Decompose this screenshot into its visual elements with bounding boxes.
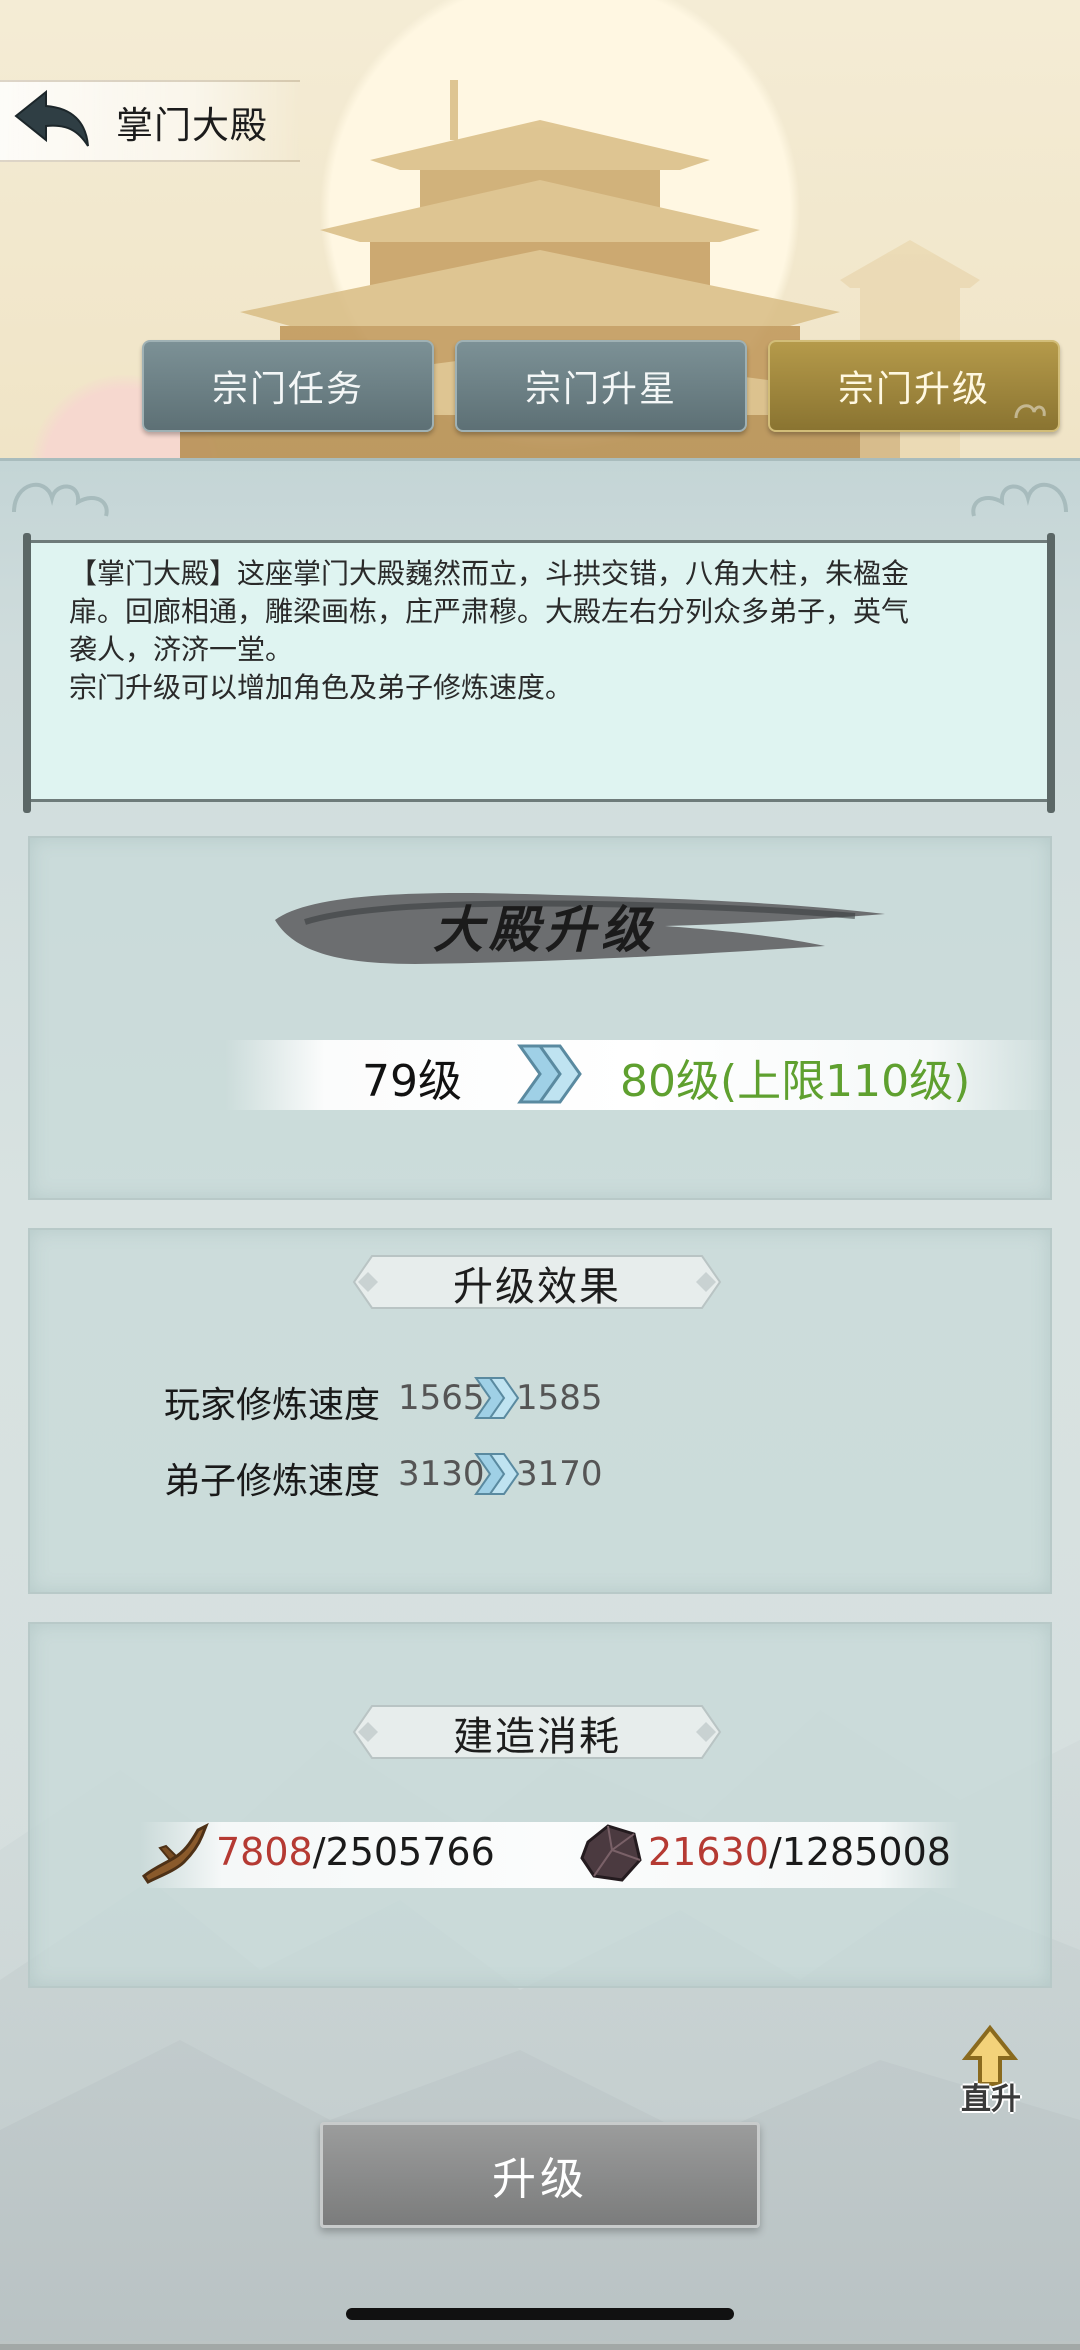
cost-need-value: /2505766 xyxy=(312,1830,495,1874)
description-line: 袭人，济济一堂。 xyxy=(69,633,294,666)
stat-to-value: 1585 xyxy=(516,1378,603,1418)
double-arrow-icon xyxy=(474,1377,520,1419)
description-line: 【掌门大殿】这座掌门大殿巍然而立，斗拱交错，八角大柱，朱楹金 xyxy=(69,557,910,590)
cost-have-value: 7808 xyxy=(216,1830,313,1874)
stat-to-value: 3170 xyxy=(516,1454,603,1494)
tab-sect-tasks[interactable]: 宗门任务 xyxy=(142,340,434,432)
effects-title: 升级效果 xyxy=(453,1264,621,1310)
stat-from-value: 1565 xyxy=(398,1378,485,1418)
cost-title: 建造消耗 xyxy=(453,1714,621,1760)
build-cost-box xyxy=(28,1622,1052,1988)
cloud-decoration-icon xyxy=(971,482,1068,517)
description-line: 扉。回廊相通，雕梁画栋，庄严肃穆。大殿左右分列众多弟子，英气 xyxy=(69,595,910,628)
current-level: 79级 xyxy=(362,1056,462,1107)
stat-label-disciple-speed: 弟子修炼速度 xyxy=(164,1461,381,1502)
description-scroll: 【掌门大殿】这座掌门大殿巍然而立，斗拱交错，八角大柱，朱楹金 扉。回廊相通，雕梁… xyxy=(23,533,1055,813)
page-title: 掌门大殿 xyxy=(116,104,268,147)
upgrade-button[interactable]: 升级 xyxy=(320,2122,760,2228)
stat-label-player-speed: 玩家修炼速度 xyxy=(164,1385,381,1426)
tab-sect-star-up[interactable]: 宗门升星 xyxy=(455,340,747,432)
cloud-decoration-icon xyxy=(12,482,109,517)
cost-wood: 7808/2505766 xyxy=(216,1830,495,1874)
cloud-decoration-icon xyxy=(1014,404,1046,419)
upgrade-button-label: 升级 xyxy=(492,2154,588,2205)
ore-icon xyxy=(580,1824,642,1882)
back-arrow-icon[interactable] xyxy=(12,88,92,150)
double-arrow-icon xyxy=(474,1453,520,1495)
cost-have-value: 21630 xyxy=(648,1830,769,1874)
direct-upgrade-label[interactable]: 直升 xyxy=(950,2074,1032,2118)
wood-icon xyxy=(141,1822,209,1884)
cost-need-value: /1285008 xyxy=(768,1830,951,1874)
double-arrow-icon xyxy=(517,1044,582,1104)
upgrade-title: 大殿升级 xyxy=(433,900,657,959)
home-indicator[interactable] xyxy=(346,2308,734,2320)
cost-ore: 21630/1285008 xyxy=(648,1830,951,1874)
tab-sect-upgrade[interactable]: 宗门升级 xyxy=(768,340,1060,432)
description-text: 【掌门大殿】这座掌门大殿巍然而立，斗拱交错，八角大柱，朱楹金 扉。回廊相通，雕梁… xyxy=(69,555,1029,707)
stat-from-value: 3130 xyxy=(398,1454,485,1494)
tab-label: 宗门升星 xyxy=(524,369,677,410)
tab-label: 宗门任务 xyxy=(211,369,364,410)
tab-label: 宗门升级 xyxy=(837,369,990,410)
next-level: 80级(上限110级) xyxy=(620,1056,971,1107)
description-line: 宗门升级可以增加角色及弟子修炼速度。 xyxy=(69,671,574,704)
